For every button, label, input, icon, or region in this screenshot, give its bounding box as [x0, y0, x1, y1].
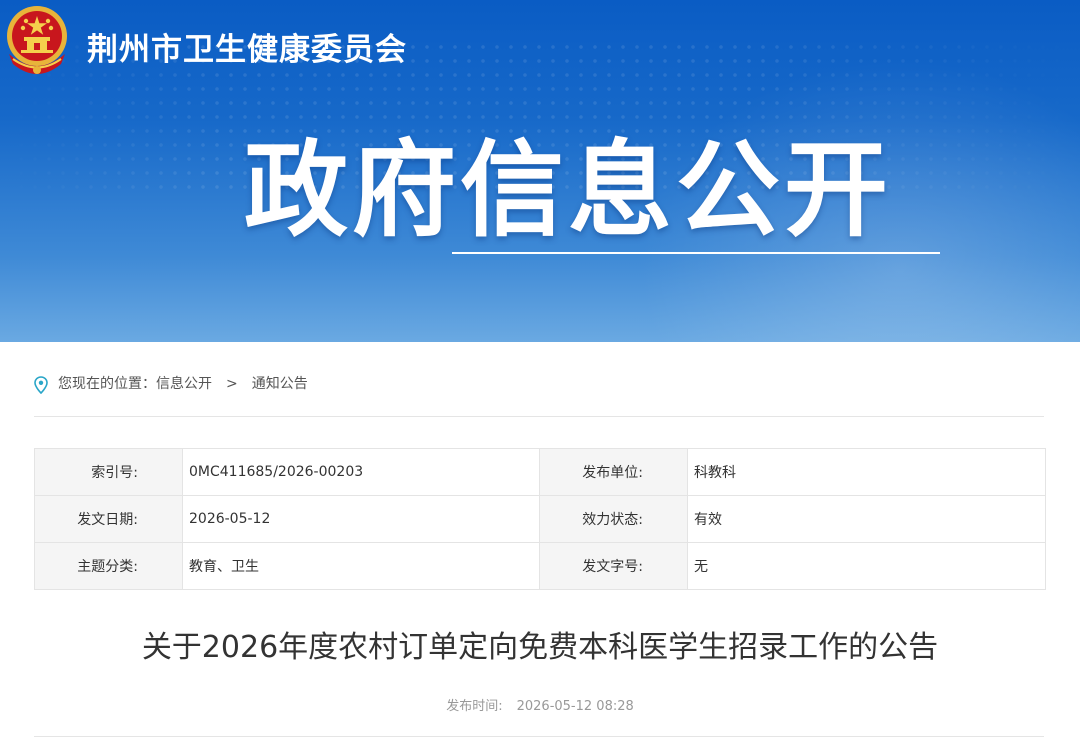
- breadcrumb: 您现在的位置： 信息公开 > 通知公告: [34, 370, 1044, 417]
- breadcrumb-item-notices[interactable]: 通知公告: [252, 376, 308, 392]
- header-banner: 荆州市卫生健康委员会 政府信息公开: [0, 0, 1080, 342]
- site-title[interactable]: 荆州市卫生健康委员会: [87, 24, 407, 69]
- banner-title-underline: [452, 252, 940, 254]
- document-meta-table: 索引号: 0MC411685/2026-00203 发布单位: 科教科 发文日期…: [34, 448, 1046, 590]
- table-row: 发文日期: 2026-05-12 效力状态: 有效: [34, 495, 1046, 543]
- topic-category-value: 教育、卫生: [182, 542, 540, 590]
- validity-status-label: 效力状态:: [539, 495, 688, 543]
- document-number-value: 无: [687, 542, 1046, 590]
- publish-time-value: 2026-05-12 08:28: [516, 699, 634, 714]
- issuing-unit-label: 发布单位:: [539, 448, 688, 496]
- publish-time: 发布时间: 2026-05-12 08:28: [0, 695, 1080, 714]
- location-pin-icon: [34, 376, 48, 394]
- national-emblem-icon: [7, 6, 67, 74]
- article-title: 关于2026年度农村订单定向免费本科医学生招录工作的公告: [141, 630, 939, 665]
- issuing-unit-value: 科教科: [687, 448, 1046, 496]
- validity-status-value: 有效: [687, 495, 1046, 543]
- issue-date-label: 发文日期:: [34, 495, 183, 543]
- issue-date-value: 2026-05-12: [182, 495, 540, 543]
- breadcrumb-prefix: 您现在的位置：: [58, 376, 156, 392]
- topic-category-label: 主题分类:: [34, 542, 183, 590]
- index-number-label: 索引号:: [34, 448, 183, 496]
- banner-title: 政府信息公开: [244, 129, 893, 251]
- index-number-value: 0MC411685/2026-00203: [182, 448, 540, 496]
- breadcrumb-separator: >: [226, 376, 238, 392]
- document-number-label: 发文字号:: [539, 542, 688, 590]
- breadcrumb-item-info-disclosure[interactable]: 信息公开: [156, 376, 212, 392]
- divider: [34, 736, 1044, 737]
- table-row: 索引号: 0MC411685/2026-00203 发布单位: 科教科: [34, 448, 1046, 496]
- table-row: 主题分类: 教育、卫生 发文字号: 无: [34, 542, 1046, 590]
- publish-time-label: 发布时间:: [446, 699, 503, 714]
